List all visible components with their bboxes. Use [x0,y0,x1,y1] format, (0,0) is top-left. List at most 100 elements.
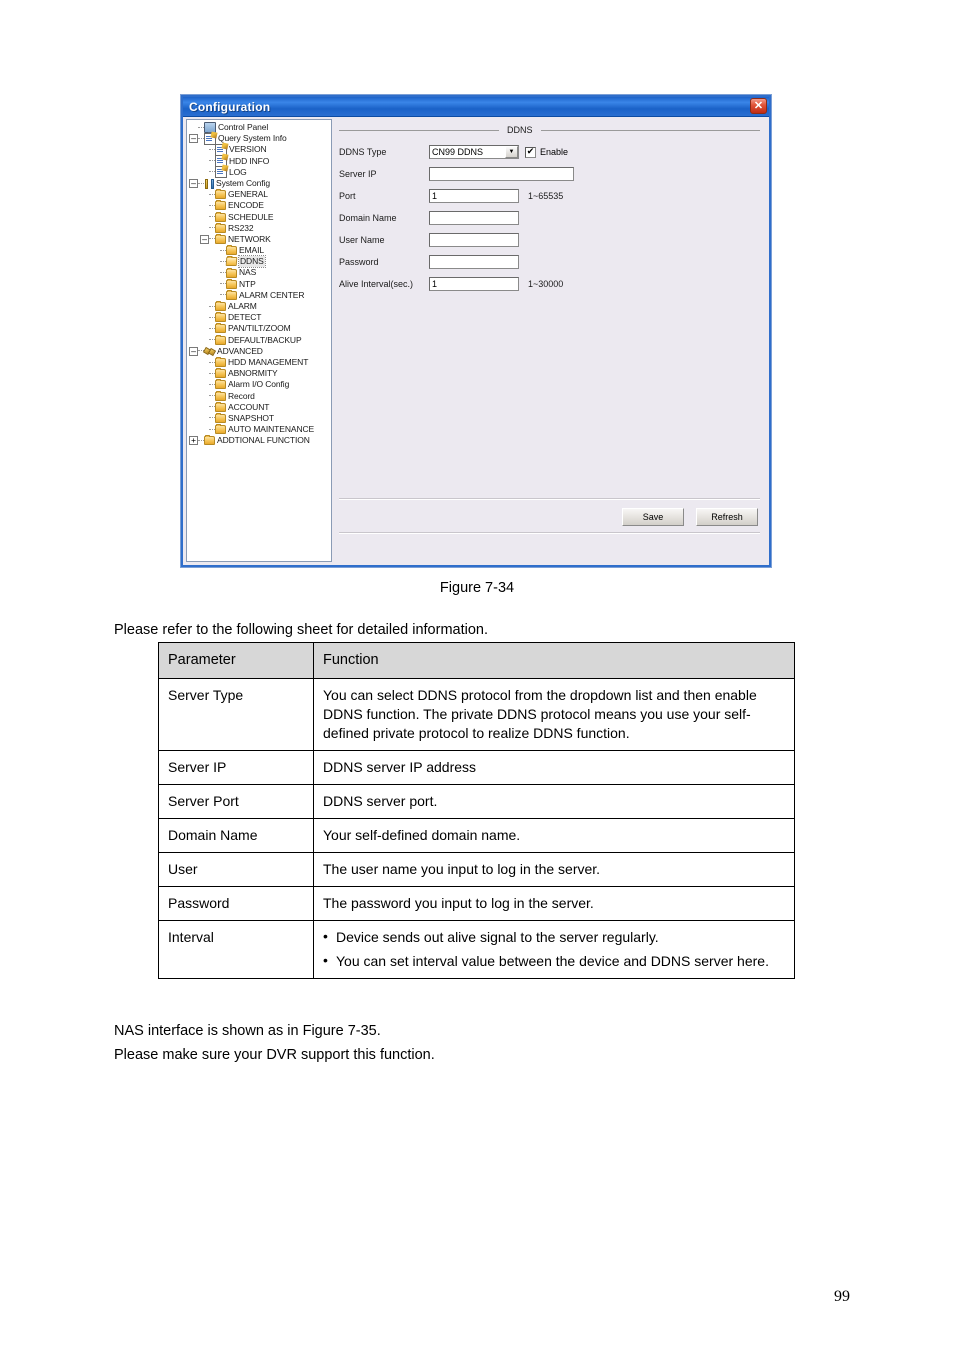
tree-item-alarm[interactable]: ALARM [189,301,331,312]
cell-function: The password you input to log in the ser… [313,886,795,921]
table-header-row: Parameter Function [158,642,795,679]
note-icon [204,132,216,145]
collapse-icon[interactable]: – [200,234,209,244]
expand-icon[interactable]: + [189,436,198,446]
tree-item-account[interactable]: ACCOUNT [189,402,331,413]
cell-function: Your self-defined domain name. [313,818,795,853]
tree-item-schedule[interactable]: SCHEDULE [189,212,331,223]
tree-item-label: HDD INFO [229,155,270,166]
cell-parameter: User [158,852,314,887]
column-header-function: Function [313,642,795,679]
bullet-item: You can set interval value between the d… [323,951,785,971]
collapse-icon[interactable]: – [189,179,198,189]
port-label: Port [339,191,356,201]
tree-expander-spacer [200,369,209,378]
tree-item-ddns[interactable]: DDNS [189,255,331,269]
tree-item-network[interactable]: – NETWORK [189,234,331,245]
collapse-icon[interactable]: – [189,346,198,356]
password-input[interactable] [429,255,519,269]
ddns-type-value: CN99 DDNS [432,147,484,157]
tree-item-abnormity[interactable]: ABNORMITY [189,368,331,379]
cell-parameter: Server IP [158,750,314,785]
tree-item-default-backup[interactable]: DEFAULT/BACKUP [189,335,331,346]
domain-name-input[interactable] [429,211,519,225]
server-ip-input[interactable] [429,167,574,181]
tree-item-control-panel[interactable]: Control Panel [189,122,331,135]
tree-item-label: VERSION [229,144,267,155]
tree-item-version[interactable]: VERSION [189,143,331,156]
tree-item-rs232[interactable]: RS232 [189,223,331,234]
tree-item-label: Alarm I/O Config [228,379,290,390]
tree-item-record[interactable]: Record [189,391,331,402]
tree-item-snapshot[interactable]: SNAPSHOT [189,413,331,424]
page-number: 99 [834,1288,850,1305]
folder-icon [226,245,237,256]
folder-icon [215,401,226,412]
alive-interval-sec-row: Alive Interval(sec.) 1~30000 [339,275,699,293]
dialog-titlebar: Configuration ✕ [183,97,769,117]
tree-item-system-config[interactable]: – System Config [189,178,331,189]
port-input[interactable] [429,189,519,203]
parameter-function-table: Parameter Function Server Type You can se… [158,642,795,979]
tree-expander-spacer [200,213,209,222]
document-page: Configuration ✕ Control Panel – Query Syst… [0,0,954,1350]
ddns-type-select[interactable]: CN99 DDNS ▼ [429,145,519,159]
tree-item-detect[interactable]: DETECT [189,312,331,323]
alive-interval-sec-input[interactable] [429,277,519,291]
user-name-row: User Name [339,231,699,249]
tree-item-alarm-i-o-config[interactable]: Alarm I/O Config [189,379,331,390]
tree-item-label: DETECT [228,312,262,323]
collapse-icon[interactable]: – [189,134,198,144]
folder-icon [215,379,226,390]
tree-item-label: NTP [239,278,256,289]
tree-item-label: DEFAULT/BACKUP [228,334,302,345]
tree-item-label: RS232 [228,222,254,233]
tree-item-label: System Config [216,177,270,188]
ddns-form: DDNS Type CN99 DDNS ▼ ✔ Enable Server IP… [339,143,699,297]
tree-item-nas[interactable]: NAS [189,267,331,278]
tree-item-advanced[interactable]: – ADVANCED [189,346,331,357]
tree-item-email[interactable]: EMAIL [189,245,331,256]
enable-checkbox-wrap: ✔ Enable [525,146,569,158]
navigation-tree-panel[interactable]: Control Panel – Query System Info VERSION HD… [186,119,332,562]
table-row: Server IP DDNS server IP address [158,750,795,785]
save-button[interactable]: Save [622,508,684,526]
table-row: Password The password you input to log in… [158,886,795,921]
tree-item-log[interactable]: LOG [189,166,331,179]
tree-item-addtional-function[interactable]: + ADDTIONAL FUNCTION [189,435,331,446]
tree-item-label: ABNORMITY [228,368,278,379]
section-rule-left [339,129,499,131]
tree-item-label: Control Panel [218,122,269,132]
tree-item-query-system-info[interactable]: – Query System Info [189,132,331,145]
folder-icon [215,312,226,323]
tree-item-auto-maintenance[interactable]: AUTO MAINTENANCE [189,424,331,435]
tree-item-label: ACCOUNT [228,401,270,412]
server-ip-label: Server IP [339,169,377,179]
tree-item-label: GENERAL [228,189,268,200]
user-name-input[interactable] [429,233,519,247]
close-icon[interactable]: ✕ [750,98,767,114]
tree-expander-spacer [200,201,209,210]
tree-item-label: ADVANCED [217,345,263,356]
domain-name-label: Domain Name [339,213,397,223]
table-row: Domain Name Your self-defined domain name… [158,818,795,853]
refresh-button[interactable]: Refresh [696,508,758,526]
tree-item-hdd-management[interactable]: HDD MANAGEMENT [189,357,331,368]
tree-expander-spacer [200,324,209,333]
tree-item-alarm-center[interactable]: ALARM CENTER [189,290,331,301]
password-row: Password [339,253,699,271]
chevron-down-icon[interactable]: ▼ [505,146,518,158]
cell-parameter: Server Port [158,784,314,819]
tree-expander-spacer [200,414,209,423]
tree-item-general[interactable]: GENERAL [189,189,331,200]
server-ip-row: Server IP [339,165,699,183]
enable-label: Enable [540,147,569,157]
tree-item-encode[interactable]: ENCODE [189,200,331,211]
tree-item-label: ALARM CENTER [239,289,305,300]
cell-function: Device sends out alive signal to the ser… [313,920,795,979]
tree-item-hdd-info[interactable]: HDD INFO [189,155,331,168]
note-icon [215,166,227,179]
enable-checkbox[interactable]: ✔ [525,146,536,158]
tree-item-ntp[interactable]: NTP [189,279,331,290]
tree-item-pan-tilt-zoom[interactable]: PAN/TILT/ZOOM [189,323,331,334]
